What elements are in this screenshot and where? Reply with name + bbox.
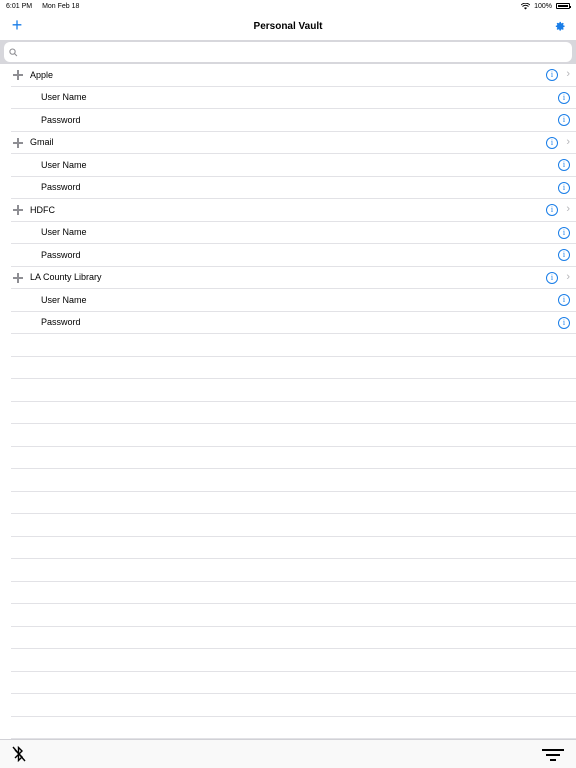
search-field[interactable]	[4, 42, 572, 62]
group-name: Apple	[30, 69, 54, 80]
empty-row	[11, 627, 576, 649]
battery-percent: 100%	[534, 2, 552, 10]
field-row[interactable]: User Name i	[11, 289, 576, 312]
field-row[interactable]: User Name i	[11, 87, 576, 109]
info-icon[interactable]: i	[558, 226, 570, 239]
empty-table-rows	[0, 334, 576, 739]
empty-row	[11, 672, 576, 694]
group-row-hdfc[interactable]: HDFC i ›	[11, 199, 576, 222]
field-row[interactable]: User Name i	[11, 222, 576, 244]
search-bar	[0, 40, 576, 64]
status-date: Mon Feb 18	[42, 2, 80, 10]
empty-row	[11, 357, 576, 379]
group-name: HDFC	[30, 204, 55, 215]
field-label: Password	[41, 114, 81, 125]
info-icon[interactable]: i	[546, 204, 558, 216]
expand-plus-icon[interactable]	[13, 137, 23, 148]
chevron-right-icon[interactable]: ›	[566, 68, 570, 80]
plus-icon[interactable]: +	[8, 16, 26, 35]
battery-icon	[556, 3, 571, 9]
info-icon[interactable]: i	[546, 69, 558, 81]
chevron-right-icon[interactable]: ›	[566, 136, 570, 148]
field-label: Password	[41, 317, 81, 328]
field-label: Password	[41, 249, 81, 260]
group-name: Gmail	[30, 137, 54, 148]
chevron-right-icon[interactable]: ›	[566, 271, 570, 283]
field-label: User Name	[41, 227, 87, 238]
info-icon[interactable]: i	[558, 316, 570, 329]
field-label: Password	[41, 182, 81, 193]
empty-row	[11, 559, 576, 582]
empty-row	[11, 334, 576, 357]
group-name: LA County Library	[30, 272, 102, 283]
empty-row	[11, 424, 576, 447]
expand-plus-icon[interactable]	[13, 70, 23, 80]
group-row-gmail[interactable]: Gmail i ›	[11, 132, 576, 154]
empty-row	[11, 492, 576, 514]
empty-row	[11, 717, 576, 739]
info-icon[interactable]: i	[558, 159, 570, 171]
field-label: User Name	[41, 294, 87, 305]
info-icon[interactable]: i	[558, 114, 570, 126]
empty-row	[11, 537, 576, 559]
bottom-toolbar	[0, 739, 576, 768]
filter-icon[interactable]	[542, 748, 564, 762]
group-row-apple[interactable]: Apple i ›	[11, 64, 576, 87]
search-icon	[9, 47, 18, 56]
group-row-la-county-library[interactable]: LA County Library i ›	[11, 267, 576, 289]
empty-row	[11, 604, 576, 627]
status-time: 6:01 PM	[6, 2, 33, 10]
search-input[interactable]	[21, 47, 572, 57]
empty-row	[11, 694, 576, 717]
empty-row	[11, 514, 576, 537]
field-row[interactable]: Password i	[11, 312, 576, 334]
empty-row	[11, 469, 576, 492]
info-icon[interactable]: i	[558, 249, 570, 261]
empty-row	[11, 402, 576, 424]
info-icon[interactable]: i	[558, 294, 570, 306]
navigation-bar: + Personal Vault	[0, 12, 576, 40]
page-title: Personal Vault	[253, 20, 323, 32]
info-icon[interactable]: i	[558, 91, 570, 104]
field-row[interactable]: User Name i	[11, 154, 576, 177]
field-label: User Name	[41, 92, 87, 103]
info-icon[interactable]: i	[546, 271, 558, 284]
vault-list: Apple i › User Name i Password i Gmail i…	[0, 64, 576, 334]
expand-plus-icon[interactable]	[13, 272, 23, 283]
empty-row	[11, 447, 576, 469]
field-row[interactable]: Password i	[11, 244, 576, 267]
gear-icon[interactable]	[554, 20, 566, 32]
field-row[interactable]: Password i	[11, 177, 576, 199]
chevron-right-icon[interactable]: ›	[566, 203, 570, 215]
wifi-icon	[521, 2, 531, 9]
empty-row	[11, 379, 576, 402]
status-bar: 6:01 PM Mon Feb 18 100%	[0, 0, 576, 12]
info-icon[interactable]: i	[558, 181, 570, 194]
info-icon[interactable]: i	[546, 136, 558, 149]
expand-plus-icon[interactable]	[13, 205, 23, 215]
field-row[interactable]: Password i	[11, 109, 576, 132]
field-label: User Name	[41, 159, 87, 170]
bluetooth-off-icon[interactable]	[12, 746, 26, 762]
empty-row	[11, 582, 576, 604]
empty-row	[11, 649, 576, 672]
